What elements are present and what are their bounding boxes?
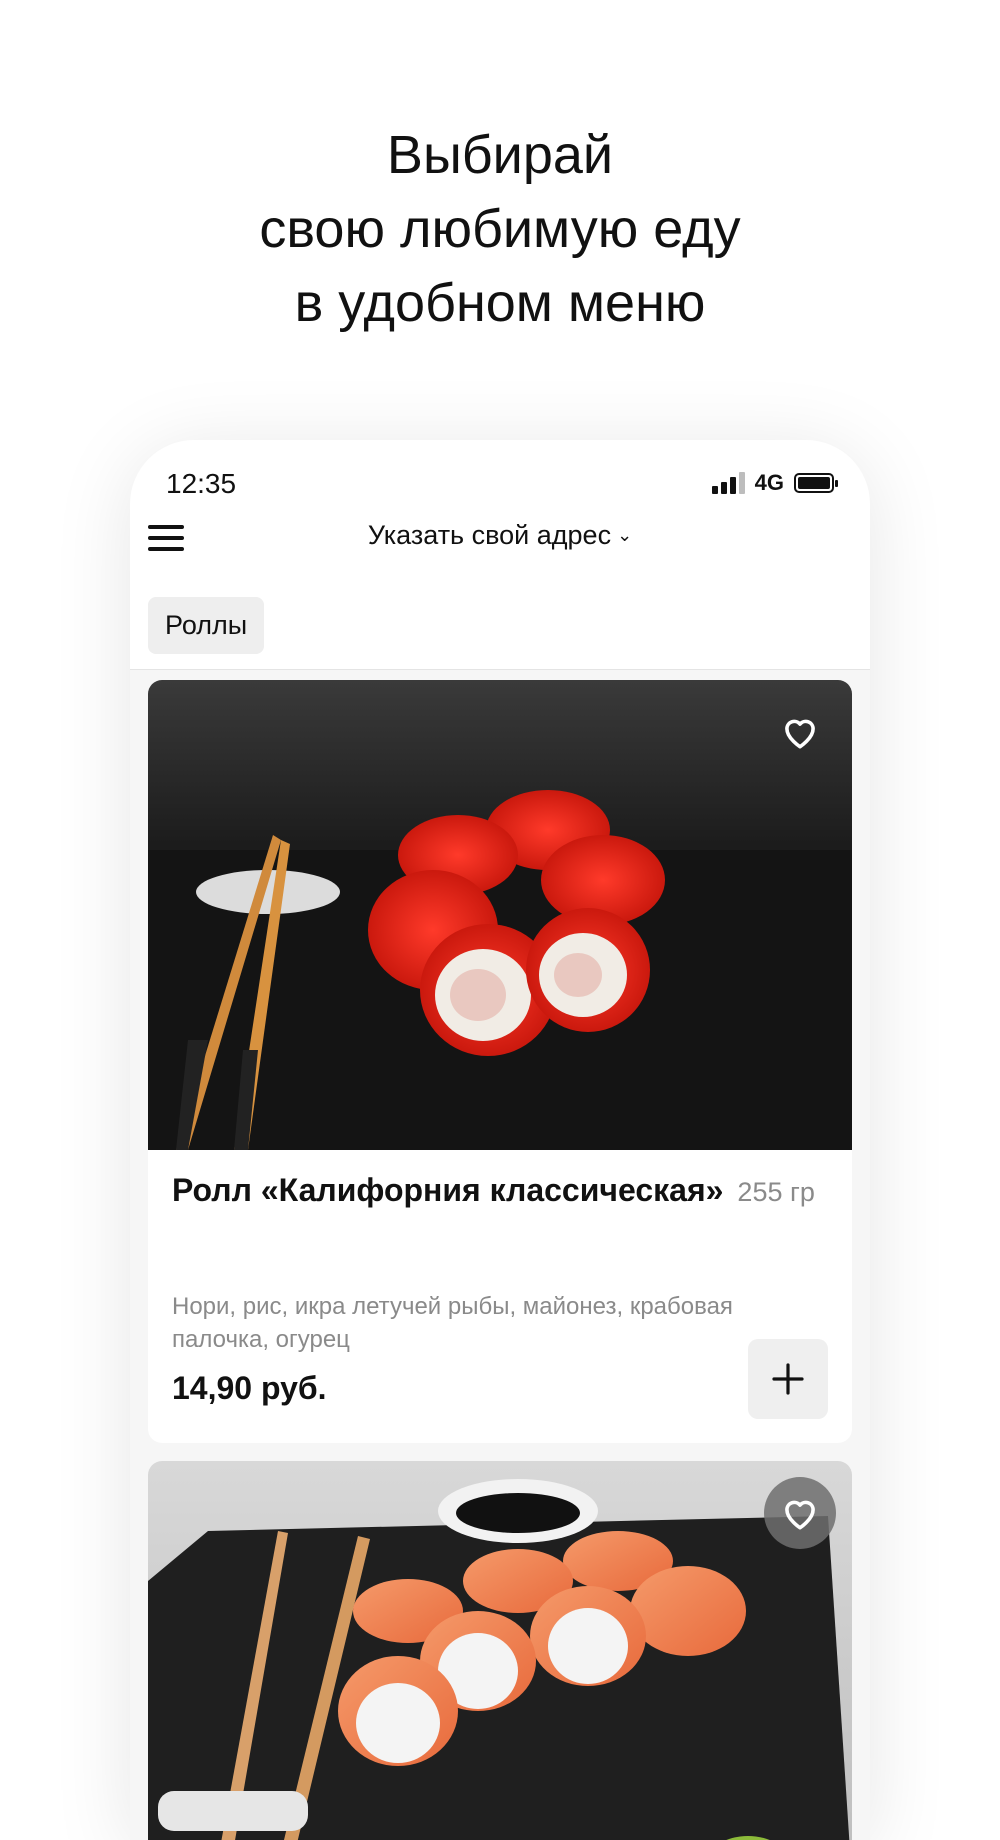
promo-headline: Выбирай свою любимую еду в удобном меню [0, 118, 1000, 340]
product-image [148, 680, 852, 1150]
product-price: 14,90 руб. [172, 1370, 327, 1406]
product-card[interactable] [148, 1461, 852, 1840]
app-header: 12:35 4G Указать свой адрес ⌄ Роллы [130, 440, 870, 670]
promo-line-3: в удобном меню [294, 273, 706, 333]
network-type: 4G [754, 470, 784, 495]
promo-line-2: свою любимую еду [259, 199, 741, 259]
plus-icon [772, 1363, 804, 1395]
product-title-row: Ролл «Калифорния классическая» 255 гр [172, 1170, 832, 1212]
product-title: Ролл «Калифорния классическая» [172, 1172, 724, 1208]
product-description: Нори, рис, икра летучей рыбы, майонез, к… [172, 1293, 733, 1353]
promo-line-1: Выбирай [386, 125, 614, 185]
favorite-heart-icon[interactable] [764, 696, 836, 768]
favorite-heart-icon[interactable] [764, 1477, 836, 1549]
chevron-down-icon: ⌄ [617, 525, 633, 545]
add-to-cart-button[interactable] [748, 1339, 828, 1419]
signal-icon [711, 472, 745, 494]
status-time: 12:35 [166, 468, 237, 499]
product-weight: 255 гр [737, 1177, 815, 1207]
battery-icon [794, 473, 838, 493]
category-chip-rolls[interactable]: Роллы [148, 597, 265, 654]
status-indicators: 4G [711, 470, 838, 496]
address-selector[interactable]: Указать свой адрес ⌄ [130, 520, 870, 551]
address-label: Указать свой адрес [367, 520, 612, 550]
product-image [148, 1461, 852, 1840]
phone-frame: 12:35 4G Указать свой адрес ⌄ Роллы Ролл… [130, 440, 870, 1840]
product-card[interactable]: Ролл «Калифорния классическая» 255 гр Нор… [148, 680, 852, 1443]
